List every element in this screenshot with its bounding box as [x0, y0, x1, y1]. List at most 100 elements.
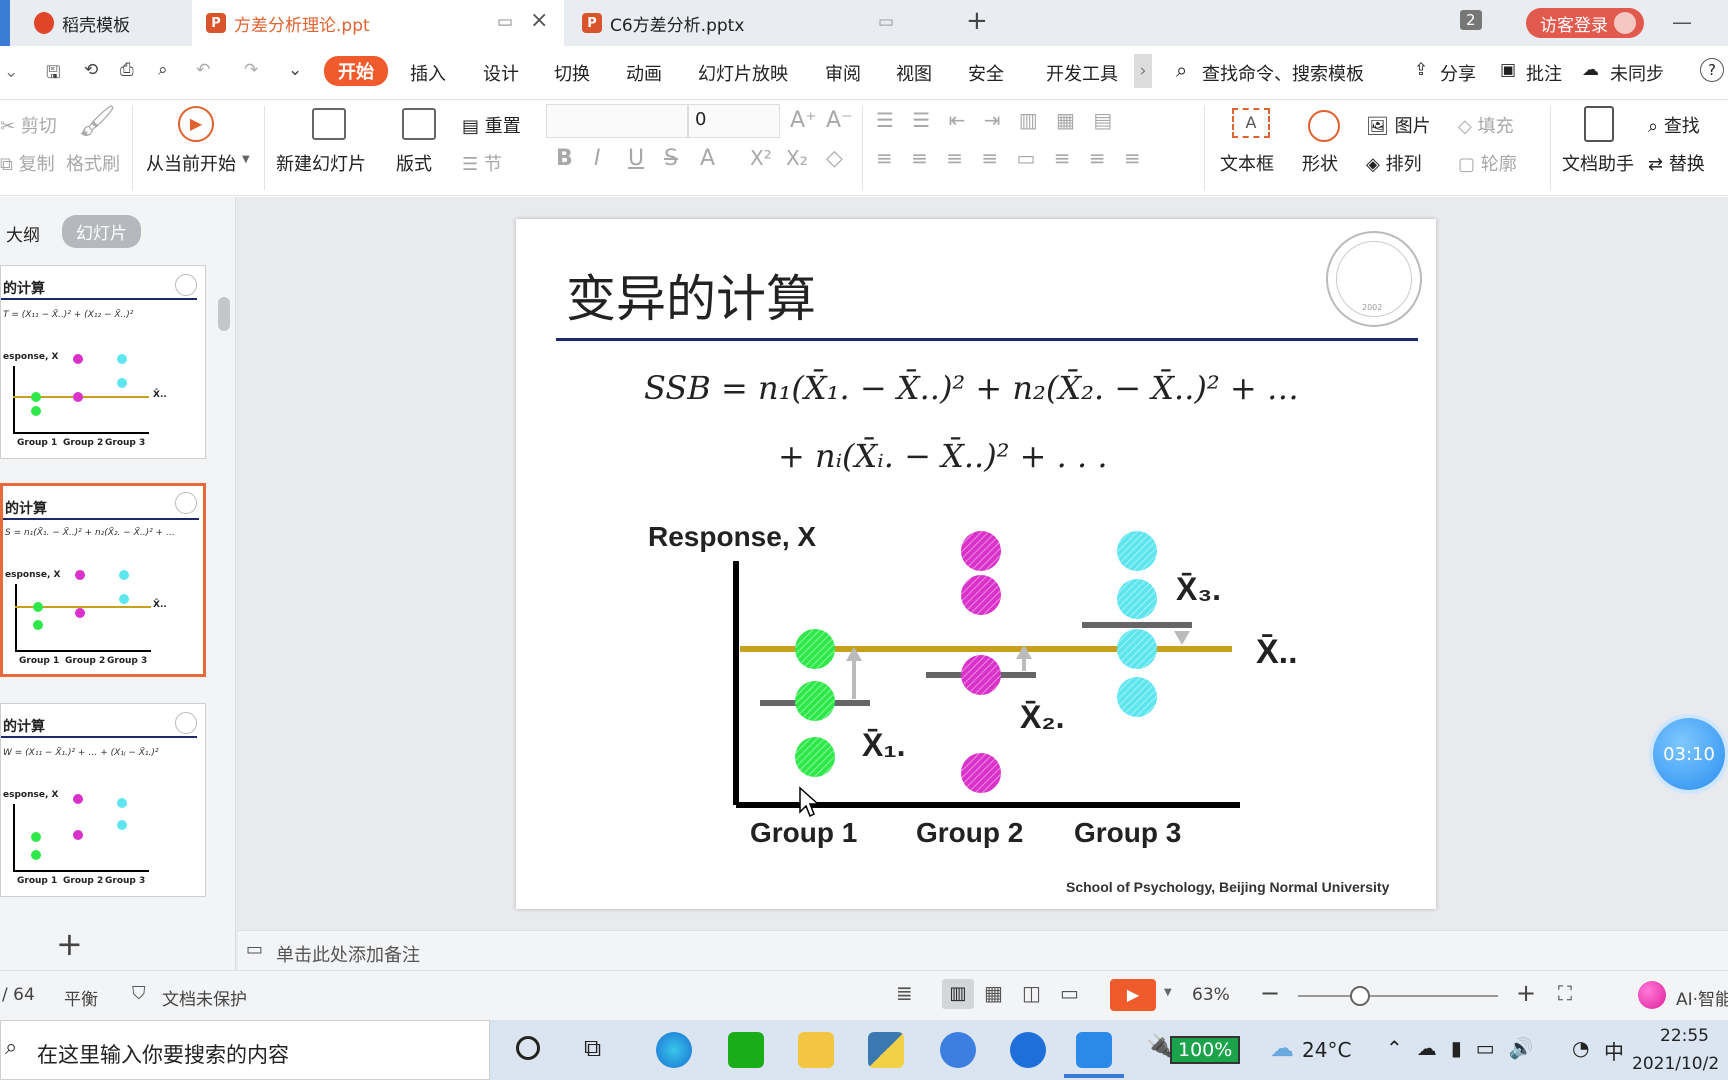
- font-size-select[interactable]: 0: [688, 104, 780, 138]
- comment-icon[interactable]: ▣: [1500, 60, 1516, 80]
- wechat-icon[interactable]: [728, 1032, 764, 1068]
- menu-slideshow[interactable]: 幻灯片放映: [698, 60, 788, 86]
- wifi-icon[interactable]: ◔: [1572, 1036, 1589, 1060]
- menu-devtools[interactable]: 开发工具: [1046, 60, 1118, 86]
- clear-format-icon[interactable]: ◇: [826, 146, 843, 171]
- new-tab-button[interactable]: +: [966, 6, 988, 36]
- chevron-down-icon[interactable]: ▼: [242, 154, 250, 165]
- slide-canvas[interactable]: 变异的计算 2002 SSB = n₁(X̄₁. − X̄..)² + n₂(X…: [516, 219, 1436, 909]
- share-icon[interactable]: ⇪: [1414, 60, 1428, 80]
- slide-thumbnail-selected[interactable]: 的计算 S = n₁(X̄₁. − X̄..)² + n₂(X̄₂. − X̄.…: [0, 483, 206, 677]
- save-icon[interactable]: 🖫: [46, 60, 60, 89]
- cloud-sync-icon[interactable]: ☁: [1582, 60, 1599, 80]
- sync-status[interactable]: 未同步: [1610, 60, 1664, 86]
- tab-other-file[interactable]: P C6方差分析.pptx ▭: [568, 0, 944, 46]
- cortana-icon[interactable]: [516, 1036, 540, 1060]
- share-button[interactable]: 分享: [1440, 60, 1476, 86]
- login-button[interactable]: 访客登录: [1526, 8, 1644, 38]
- font-grow-icon[interactable]: A⁺: [790, 108, 817, 133]
- tab-daoke[interactable]: 稻壳模板: [20, 0, 185, 46]
- zoom-slider-knob[interactable]: [1350, 986, 1370, 1006]
- minimize-icon[interactable]: —: [1672, 10, 1692, 34]
- find-button[interactable]: ⌕ 查找: [1648, 112, 1700, 138]
- clock-time[interactable]: 22:55: [1660, 1026, 1709, 1046]
- task-view-icon[interactable]: ⧉: [584, 1034, 601, 1062]
- fill-button[interactable]: ◇ 填充: [1458, 112, 1514, 138]
- recording-timer[interactable]: 03:10: [1653, 718, 1725, 790]
- arrange-button[interactable]: ◈ 排列: [1366, 150, 1422, 176]
- fit-window-icon[interactable]: ⛶: [1558, 981, 1572, 1005]
- redo-icon[interactable]: ↷: [244, 60, 258, 80]
- search-icon[interactable]: ⌕: [1176, 58, 1187, 82]
- ai-assistant[interactable]: AI·智能: [1676, 985, 1728, 1010]
- shape-button[interactable]: 形状: [1302, 150, 1338, 176]
- zoom-out-button[interactable]: −: [1260, 979, 1280, 1007]
- feishu-icon[interactable]: [1010, 1032, 1046, 1068]
- chevron-down-icon[interactable]: ⌄: [4, 62, 18, 82]
- superscript-icon[interactable]: X²: [750, 146, 772, 170]
- strikethrough-icon[interactable]: S: [664, 146, 678, 171]
- window-count-badge[interactable]: 2: [1460, 10, 1482, 30]
- font-shrink-icon[interactable]: A⁻: [826, 108, 853, 133]
- python-icon[interactable]: [868, 1032, 904, 1068]
- command-search[interactable]: 查找命令、搜索模板: [1202, 60, 1364, 86]
- reset-button[interactable]: ▤ 重置: [462, 112, 521, 138]
- panel-scrollbar[interactable]: [218, 297, 230, 331]
- monitor-icon[interactable]: ▭: [878, 12, 894, 32]
- slide-thumbnail[interactable]: 的计算 T = (X₁₁ − X̄..)² + (X₁₂ − X̄..)² es…: [0, 265, 206, 459]
- zoom-level[interactable]: 63%: [1192, 985, 1230, 1005]
- add-slide-button[interactable]: +: [56, 925, 83, 963]
- slides-tab[interactable]: 幻灯片: [62, 215, 141, 248]
- layout-button[interactable]: 版式: [396, 150, 432, 176]
- protect-status[interactable]: 文档未保护: [162, 985, 247, 1010]
- help-icon[interactable]: ?: [1700, 58, 1724, 82]
- zoom-slider[interactable]: [1298, 986, 1498, 1006]
- play-from-current-button[interactable]: 从当前开始: [146, 150, 236, 176]
- preview-icon[interactable]: ⌕: [158, 60, 168, 80]
- underline-icon[interactable]: U: [628, 146, 644, 171]
- theme-name[interactable]: 平衡: [64, 985, 98, 1010]
- comment-button[interactable]: 批注: [1526, 60, 1562, 86]
- slide-thumbnail[interactable]: 的计算 W = (X₁₁ − X̄₁.)² + … + (X₁ⱼ − X̄₁.)…: [0, 703, 206, 897]
- bold-icon[interactable]: B: [556, 146, 573, 171]
- edge-browser-icon[interactable]: [656, 1032, 692, 1068]
- menu-view[interactable]: 视图: [896, 60, 932, 86]
- math-app-icon[interactable]: [940, 1032, 976, 1068]
- menu-insert[interactable]: 插入: [410, 60, 446, 86]
- reading-view-icon[interactable]: ◫: [1022, 981, 1041, 1005]
- chevron-down-icon[interactable]: ▼: [1164, 987, 1172, 998]
- play-slideshow-button[interactable]: ▶: [1110, 979, 1156, 1011]
- tab-active-file[interactable]: P 方差分析理论.ppt ▭ ×: [192, 0, 564, 46]
- ime-indicator[interactable]: 中: [1604, 1036, 1624, 1065]
- paragraph-tools-row2[interactable]: ≡ ≡ ≡ ≡ ▭ ≡ ≡ ≡: [876, 146, 1147, 170]
- format-painter-button[interactable]: 格式刷: [66, 150, 120, 176]
- print-icon[interactable]: ⎙: [120, 60, 134, 80]
- battery-indicator[interactable]: 100%: [1170, 1036, 1241, 1064]
- zoom-in-button[interactable]: +: [1516, 979, 1536, 1007]
- menu-animation[interactable]: 动画: [626, 60, 662, 86]
- outline-tab[interactable]: 大纲: [6, 221, 40, 246]
- italic-icon[interactable]: I: [594, 146, 601, 171]
- new-slide-button[interactable]: 新建幻灯片: [276, 150, 366, 176]
- font-family-select[interactable]: [546, 104, 688, 138]
- undo-icon[interactable]: ↶: [196, 60, 210, 80]
- subscript-icon[interactable]: X₂: [786, 146, 808, 170]
- revision-icon[interactable]: ⟲: [84, 60, 98, 80]
- menu-design[interactable]: 设计: [483, 60, 519, 86]
- monitor-icon[interactable]: ▭: [497, 12, 513, 32]
- notes-toggle-icon[interactable]: ≣: [896, 981, 913, 1005]
- menu-scroll-right-icon[interactable]: ›: [1134, 54, 1152, 88]
- menu-transition[interactable]: 切换: [554, 60, 590, 86]
- tray-icons[interactable]: ⌃☁▮▭🔊: [1386, 1036, 1548, 1060]
- menu-review[interactable]: 审阅: [825, 60, 861, 86]
- normal-view-icon[interactable]: ▥: [942, 979, 974, 1009]
- customize-icon[interactable]: ⌄: [288, 60, 302, 80]
- paragraph-tools-row1[interactable]: ☰ ☰ ⇤ ⇥ ▥ ▦ ▤: [876, 108, 1118, 132]
- taskbar-search[interactable]: ⌕ 在这里输入你要搜索的内容: [0, 1020, 490, 1080]
- menu-start[interactable]: 开始: [324, 56, 388, 86]
- weather-temp[interactable]: 24°C: [1302, 1038, 1351, 1062]
- section-button[interactable]: ☰ 节: [462, 150, 502, 176]
- close-tab-icon[interactable]: ×: [530, 8, 548, 33]
- notes-area[interactable]: ▭ 单击此处添加备注: [238, 930, 1728, 970]
- picture-button[interactable]: 🖼 图片: [1366, 112, 1431, 138]
